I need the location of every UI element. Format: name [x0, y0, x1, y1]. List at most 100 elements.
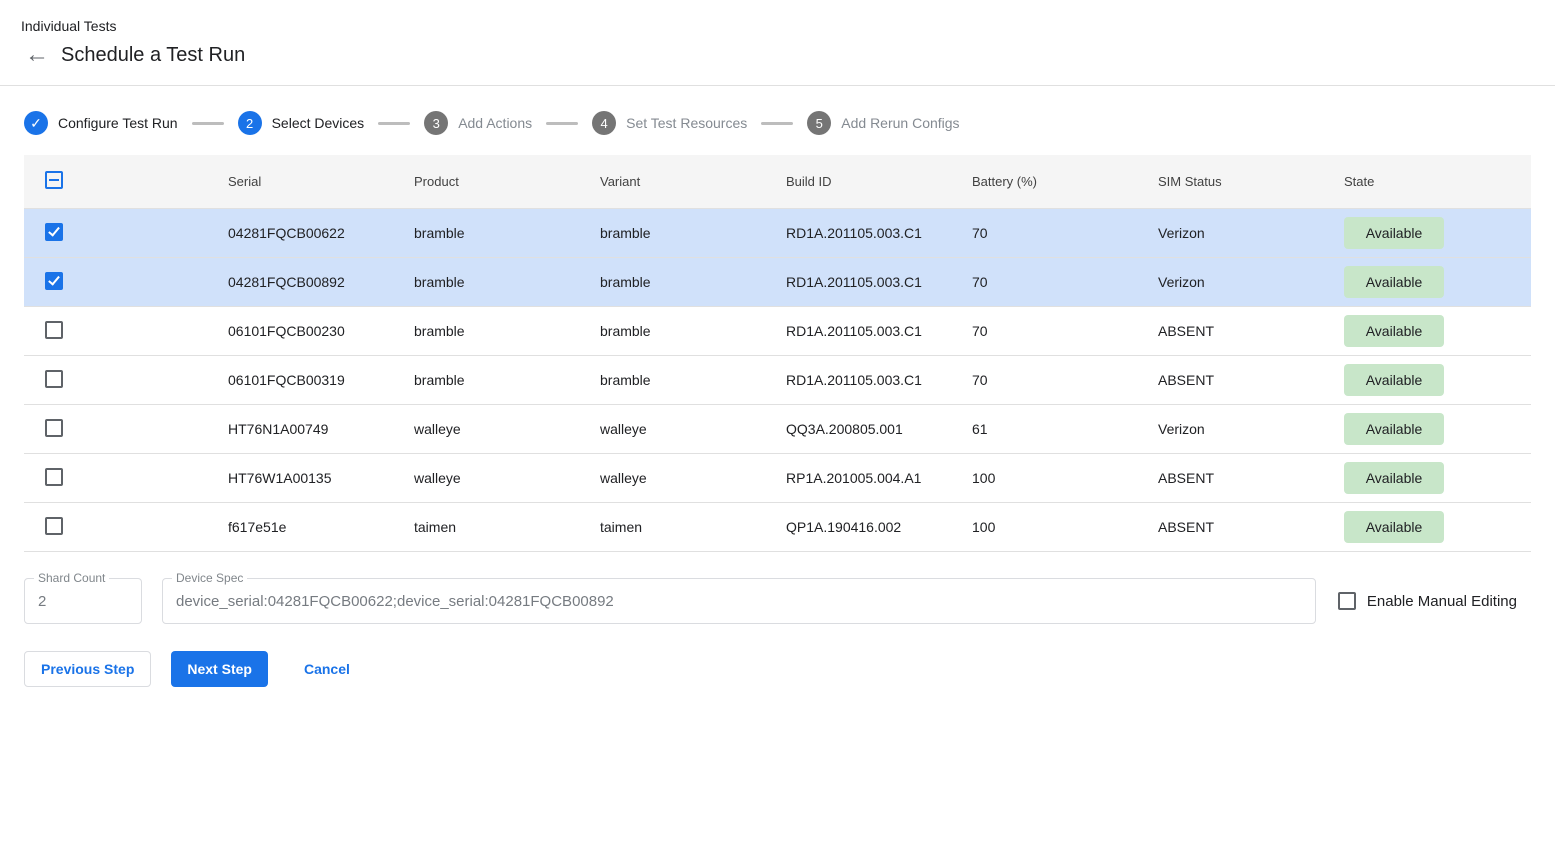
- cell-build-id: QP1A.190416.002: [786, 519, 972, 535]
- cell-battery: 61: [972, 421, 1158, 437]
- cell-serial: 04281FQCB00622: [228, 225, 414, 241]
- cell-variant: taimen: [600, 519, 786, 535]
- cancel-button[interactable]: Cancel: [288, 651, 366, 687]
- step-4-label: Set Test Resources: [626, 115, 747, 131]
- shard-count-label: Shard Count: [34, 571, 109, 585]
- cell-battery: 100: [972, 519, 1158, 535]
- cell-battery: 70: [972, 274, 1158, 290]
- cell-product: bramble: [414, 372, 600, 388]
- row-checkbox[interactable]: [45, 321, 63, 339]
- step-5-label: Add Rerun Configs: [841, 115, 959, 131]
- cell-serial: 04281FQCB00892: [228, 274, 414, 290]
- step-set-test-resources: 4 Set Test Resources: [592, 111, 747, 135]
- cell-battery: 70: [972, 323, 1158, 339]
- cell-variant: bramble: [600, 323, 786, 339]
- table-row[interactable]: 04281FQCB00622 bramble bramble RD1A.2011…: [24, 209, 1531, 258]
- row-checkbox[interactable]: [45, 468, 63, 486]
- cell-product: bramble: [414, 323, 600, 339]
- back-button[interactable]: ←: [25, 43, 49, 67]
- cell-product: bramble: [414, 225, 600, 241]
- previous-step-button[interactable]: Previous Step: [24, 651, 151, 687]
- state-badge: Available: [1344, 511, 1444, 543]
- step-connector: [761, 122, 793, 125]
- cell-variant: bramble: [600, 372, 786, 388]
- step-2-label: Select Devices: [272, 115, 365, 131]
- state-badge: Available: [1344, 462, 1444, 494]
- cell-serial: HT76W1A00135: [228, 470, 414, 486]
- page-title: Schedule a Test Run: [61, 44, 245, 67]
- cell-build-id: RD1A.201105.003.C1: [786, 372, 972, 388]
- state-badge: Available: [1344, 315, 1444, 347]
- column-header-state: State: [1344, 174, 1531, 189]
- cell-sim-status: Verizon: [1158, 225, 1344, 241]
- column-header-variant: Variant: [600, 174, 786, 189]
- row-checkbox[interactable]: [45, 272, 63, 290]
- next-step-button[interactable]: Next Step: [171, 651, 268, 687]
- cell-variant: bramble: [600, 225, 786, 241]
- table-row[interactable]: HT76W1A00135 walleye walleye RP1A.201005…: [24, 454, 1531, 503]
- cell-build-id: QQ3A.200805.001: [786, 421, 972, 437]
- cell-battery: 100: [972, 470, 1158, 486]
- row-checkbox[interactable]: [45, 517, 63, 535]
- device-spec-input[interactable]: [163, 579, 1315, 623]
- step-2-circle: 2: [238, 111, 262, 135]
- step-connector: [192, 122, 224, 125]
- step-select-devices[interactable]: 2 Select Devices: [238, 111, 365, 135]
- cell-battery: 70: [972, 225, 1158, 241]
- enable-manual-editing-label: Enable Manual Editing: [1367, 593, 1517, 610]
- column-header-battery: Battery (%): [972, 174, 1158, 189]
- table-row[interactable]: 06101FQCB00319 bramble bramble RD1A.2011…: [24, 356, 1531, 405]
- column-header-sim-status: SIM Status: [1158, 174, 1344, 189]
- table-row[interactable]: HT76N1A00749 walleye walleye QQ3A.200805…: [24, 405, 1531, 454]
- cell-product: walleye: [414, 470, 600, 486]
- cell-battery: 70: [972, 372, 1158, 388]
- step-connector: [378, 122, 410, 125]
- page-header: Individual Tests ← Schedule a Test Run: [0, 0, 1555, 85]
- cell-sim-status: ABSENT: [1158, 519, 1344, 535]
- state-badge: Available: [1344, 217, 1444, 249]
- shard-count-input[interactable]: [25, 579, 141, 623]
- cell-serial: f617e51e: [228, 519, 414, 535]
- step-configure-test-run[interactable]: Configure Test Run: [24, 111, 178, 135]
- step-connector: [546, 122, 578, 125]
- cell-product: bramble: [414, 274, 600, 290]
- stepper: Configure Test Run 2 Select Devices 3 Ad…: [0, 86, 1555, 155]
- cell-product: walleye: [414, 421, 600, 437]
- device-table: Serial Product Variant Build ID Battery …: [24, 155, 1531, 552]
- enable-manual-editing-control[interactable]: Enable Manual Editing: [1336, 592, 1531, 610]
- cell-build-id: RD1A.201105.003.C1: [786, 323, 972, 339]
- table-row[interactable]: 06101FQCB00230 bramble bramble RD1A.2011…: [24, 307, 1531, 356]
- cell-product: taimen: [414, 519, 600, 535]
- row-checkbox[interactable]: [45, 419, 63, 437]
- cell-sim-status: Verizon: [1158, 274, 1344, 290]
- device-spec-label: Device Spec: [172, 571, 247, 585]
- table-row[interactable]: 04281FQCB00892 bramble bramble RD1A.2011…: [24, 258, 1531, 307]
- column-header-build-id: Build ID: [786, 174, 972, 189]
- device-spec-field: Device Spec: [162, 578, 1316, 624]
- cell-build-id: RD1A.201105.003.C1: [786, 225, 972, 241]
- cell-build-id: RP1A.201005.004.A1: [786, 470, 972, 486]
- cell-variant: walleye: [600, 421, 786, 437]
- column-header-product: Product: [414, 174, 600, 189]
- select-all-checkbox[interactable]: [45, 171, 63, 189]
- step-5-circle: 5: [807, 111, 831, 135]
- table-row[interactable]: f617e51e taimen taimen QP1A.190416.002 1…: [24, 503, 1531, 552]
- cell-sim-status: Verizon: [1158, 421, 1344, 437]
- shard-count-field: Shard Count: [24, 578, 142, 624]
- column-header-serial: Serial: [228, 174, 414, 189]
- state-badge: Available: [1344, 413, 1444, 445]
- device-selection-form: Shard Count Device Spec Enable Manual Ed…: [24, 578, 1531, 624]
- cell-sim-status: ABSENT: [1158, 323, 1344, 339]
- step-3-label: Add Actions: [458, 115, 532, 131]
- step-1-label: Configure Test Run: [58, 115, 178, 131]
- row-checkbox[interactable]: [45, 223, 63, 241]
- step-3-circle: 3: [424, 111, 448, 135]
- cell-build-id: RD1A.201105.003.C1: [786, 274, 972, 290]
- cell-serial: 06101FQCB00319: [228, 372, 414, 388]
- table-header-row: Serial Product Variant Build ID Battery …: [24, 155, 1531, 209]
- step-add-rerun-configs: 5 Add Rerun Configs: [807, 111, 959, 135]
- enable-manual-editing-checkbox[interactable]: [1338, 592, 1356, 610]
- step-1-circle: [24, 111, 48, 135]
- cell-sim-status: ABSENT: [1158, 470, 1344, 486]
- row-checkbox[interactable]: [45, 370, 63, 388]
